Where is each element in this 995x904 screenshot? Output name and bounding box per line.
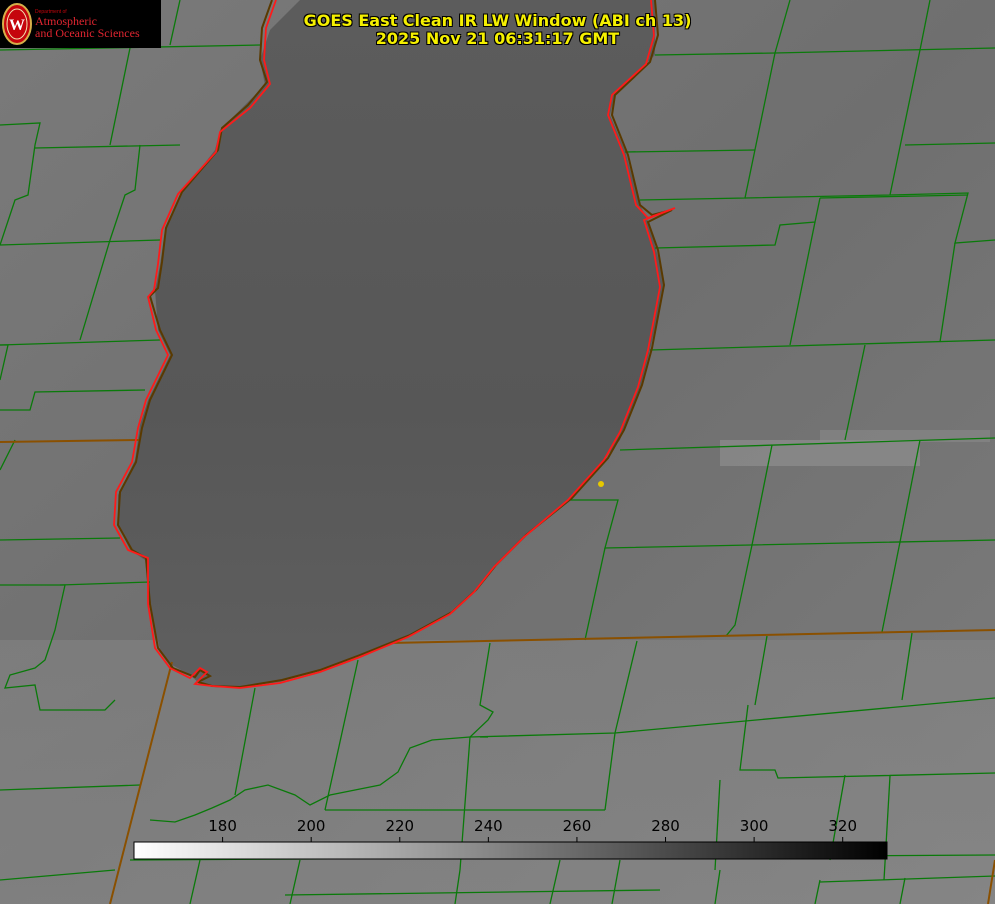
colorbar-tick-label: 200: [297, 817, 326, 835]
colorbar-tick-label: 220: [385, 817, 414, 835]
image-title: GOES East Clean IR LW Window (ABI ch 13): [303, 11, 692, 30]
colorbar-tick-label: 240: [474, 817, 503, 835]
colorbar-tick-label: 260: [563, 817, 592, 835]
colorbar-tick-label: 300: [740, 817, 769, 835]
colorbar-scale: [133, 841, 888, 860]
station-marker: [598, 481, 604, 487]
colorbar-tick-label: 180: [208, 817, 237, 835]
satellite-map: 180 200 220 240 260 280 300 320: [0, 0, 995, 904]
image-timestamp: 2025 Nov 21 06:31:17 GMT: [375, 29, 620, 48]
colorbar-tick-label: 280: [651, 817, 680, 835]
colorbar-tick-label: 320: [828, 817, 857, 835]
southern-land-area: [0, 640, 995, 904]
